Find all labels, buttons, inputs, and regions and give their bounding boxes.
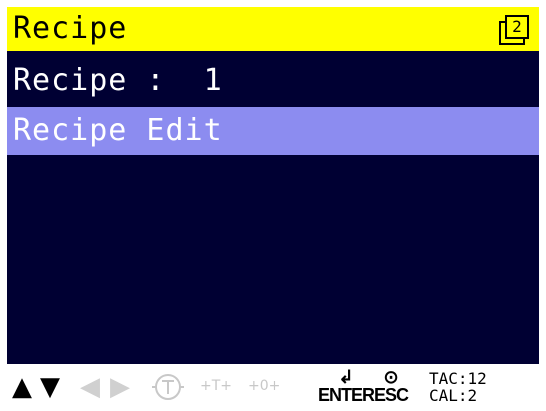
page-indicator-icon: 2 — [499, 15, 529, 45]
display-screen: Recipe 2 Recipe : 1 Recipe Edit — [7, 7, 539, 364]
enter-button[interactable]: ↲ ENTER — [318, 367, 375, 405]
down-arrow-icon[interactable]: ▼ — [40, 374, 60, 400]
cal-counter: CAL:2 — [429, 386, 478, 405]
page-title: Recipe — [13, 11, 128, 46]
enter-icon: ↲ — [338, 367, 354, 387]
page-indicator-number: 2 — [505, 15, 529, 39]
key-hint-bar: ▲ ▼ ◀ ▶ +T+ +0+ ↲ ENTER ⊙ ESC TAC:12 CAL… — [0, 364, 546, 411]
tac-counter: TAC:12 — [429, 369, 487, 388]
counter-readout: TAC:12 CAL:2 — [429, 370, 487, 404]
menu-item-label: Recipe Edit — [13, 113, 223, 148]
esc-label: ESC — [374, 385, 409, 405]
esc-icon: ⊙ — [383, 367, 399, 387]
menu-item-recipe-number[interactable]: Recipe : 1 — [7, 57, 539, 105]
up-arrow-icon[interactable]: ▲ — [12, 374, 32, 400]
menu-item-recipe-edit[interactable]: Recipe Edit — [7, 107, 539, 155]
left-arrow-icon: ◀ — [80, 372, 100, 402]
tare-icon — [152, 374, 184, 400]
right-arrow-icon: ▶ — [110, 372, 130, 402]
zero-icon: +0+ — [248, 378, 281, 394]
enter-label: ENTER — [318, 385, 375, 405]
esc-button[interactable]: ⊙ ESC — [374, 367, 409, 405]
menu-item-label: Recipe : 1 — [13, 63, 223, 98]
preset-tare-icon: +T+ — [200, 378, 233, 394]
title-bar: Recipe 2 — [7, 7, 539, 51]
